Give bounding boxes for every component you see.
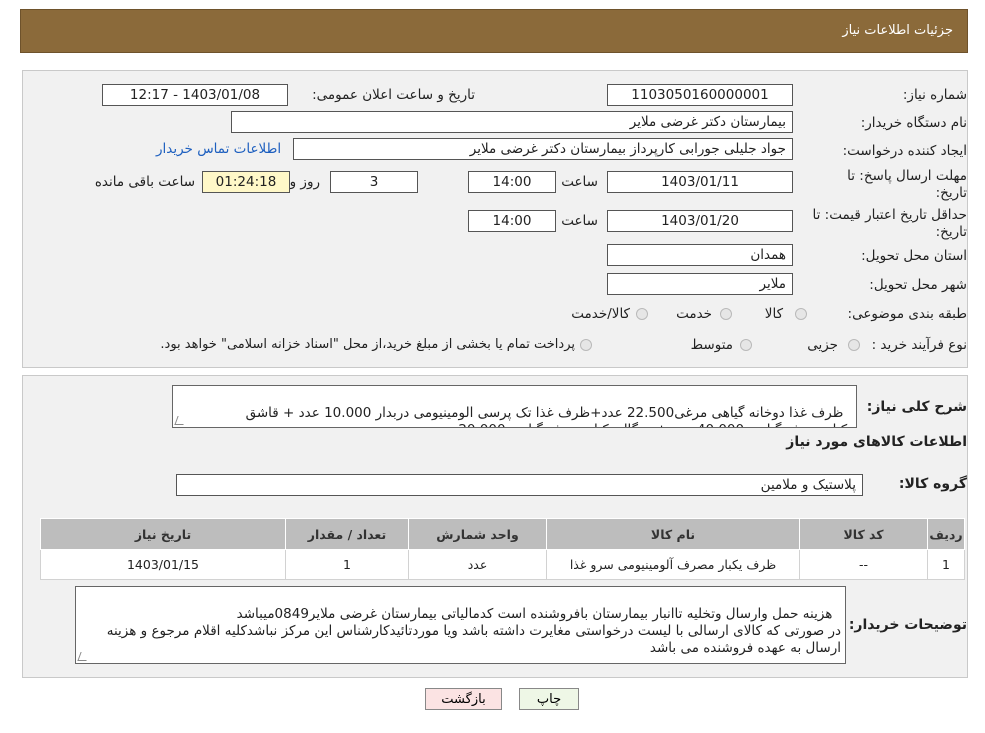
deadline-time-field[interactable]: 14:00	[468, 171, 556, 193]
process-option-medium: متوسط	[690, 337, 733, 353]
cell-row: 1	[927, 549, 965, 580]
col-unit: واحد شمارش	[408, 518, 547, 550]
deadline-label: مهلت ارسال پاسخ: تا	[847, 168, 967, 184]
category-option-goods: کالا	[764, 306, 783, 322]
goods-table: ردیف کد کالا نام کالا واحد شمارش تعداد /…	[40, 518, 965, 580]
province-label: استان محل تحویل:	[861, 248, 967, 264]
goods-table-header: ردیف کد کالا نام کالا واحد شمارش تعداد /…	[40, 518, 965, 550]
category-radio-service[interactable]	[720, 308, 732, 320]
deadline-label-date: تاریخ:	[935, 185, 967, 201]
cell-unit: عدد	[408, 549, 547, 580]
resize-handle-icon[interactable]	[77, 652, 90, 661]
need-number-label: شماره نیاز:	[902, 87, 967, 103]
remaining-time-field: 01:24:18	[202, 171, 290, 193]
process-note: پرداخت تمام یا بخشی از مبلغ خرید،از محل …	[160, 337, 575, 352]
days-field[interactable]: 3	[330, 171, 418, 193]
remaining-label: ساعت باقی مانده	[94, 174, 195, 190]
validity-date-field[interactable]: 1403/01/20	[607, 210, 793, 232]
announce-field[interactable]: 1403/01/08 - 12:17	[102, 84, 288, 106]
announce-label: تاریخ و ساعت اعلان عمومی:	[312, 87, 475, 103]
validity-time-field[interactable]: 14:00	[468, 210, 556, 232]
goods-group-label: گروه کالا:	[898, 476, 967, 492]
creator-label: ایجاد کننده درخواست:	[842, 143, 967, 159]
buyer-notes-text: هزینه حمل وارسال وتخلیه تاانبار بیمارستا…	[106, 606, 841, 656]
description-textarea[interactable]: ظرف غذا دوخانه گیاهی مرغی22.500 عدد+ظرف …	[172, 385, 857, 428]
buyer-org-field[interactable]: بیمارستان دکتر غرضی ملایر	[231, 111, 793, 133]
page-title: جزئیات اطلاعات نیاز	[842, 23, 953, 38]
deadline-date-field[interactable]: 1403/01/11	[607, 171, 793, 193]
buyer-notes-textarea[interactable]: هزینه حمل وارسال وتخلیه تاانبار بیمارستا…	[75, 586, 846, 664]
col-date: تاریخ نیاز	[40, 518, 286, 550]
validity-time-label: ساعت	[561, 213, 598, 229]
process-label: نوع فرآیند خرید :	[871, 337, 967, 353]
validity-label-date: تاریخ:	[935, 224, 967, 240]
buyer-contact-link[interactable]: اطلاعات تماس خریدار	[156, 141, 281, 157]
resize-handle-icon[interactable]	[174, 416, 187, 425]
back-button[interactable]: بازگشت	[425, 688, 502, 710]
category-radio-goods-service[interactable]	[636, 308, 648, 320]
city-field[interactable]: ملایر	[607, 273, 793, 295]
page-header: جزئیات اطلاعات نیاز	[20, 9, 968, 53]
process-radio-treasury[interactable]	[580, 339, 592, 351]
process-option-minor: جزیی	[807, 337, 838, 353]
need-number-field[interactable]: 1103050160000001	[607, 84, 793, 106]
cell-qty: 1	[285, 549, 409, 580]
cell-code: --	[799, 549, 928, 580]
goods-group-field[interactable]: پلاستیک و ملامین	[176, 474, 863, 496]
cell-name: ظرف یکبار مصرف آلومینیومی سرو غذا	[546, 549, 800, 580]
creator-field[interactable]: جواد جلیلی جورابی کارپرداز بیمارستان دکت…	[293, 138, 793, 160]
buyer-notes-label: توضیحات خریدار:	[848, 617, 967, 633]
process-radio-medium[interactable]	[740, 339, 752, 351]
print-button[interactable]: چاپ	[519, 688, 579, 710]
process-radio-minor[interactable]	[848, 339, 860, 351]
validity-label: حداقل تاریخ اعتبار قیمت: تا	[812, 207, 967, 223]
description-label: شرح کلی نیاز:	[866, 399, 967, 415]
table-row[interactable]: 1 -- ظرف یکبار مصرف آلومینیومی سرو غذا ع…	[40, 549, 965, 580]
col-row: ردیف	[927, 518, 965, 550]
col-qty: تعداد / مقدار	[285, 518, 409, 550]
category-radio-goods[interactable]	[795, 308, 807, 320]
category-label: طبقه بندی موضوعی:	[847, 306, 967, 322]
category-option-goods-service: کالا/خدمت	[571, 306, 630, 322]
buyer-org-label: نام دستگاه خریدار:	[860, 115, 967, 131]
goods-section-title: اطلاعات کالاهای مورد نیاز	[786, 434, 967, 450]
city-label: شهر محل تحویل:	[869, 277, 967, 293]
description-text: ظرف غذا دوخانه گیاهی مرغی22.500 عدد+ظرف …	[245, 405, 852, 427]
category-option-service: خدمت	[676, 306, 712, 322]
days-label: روز و	[289, 174, 320, 190]
col-code: کد کالا	[799, 518, 928, 550]
deadline-time-label: ساعت	[561, 174, 598, 190]
province-field[interactable]: همدان	[607, 244, 793, 266]
cell-date: 1403/01/15	[40, 549, 286, 580]
col-name: نام کالا	[546, 518, 800, 550]
